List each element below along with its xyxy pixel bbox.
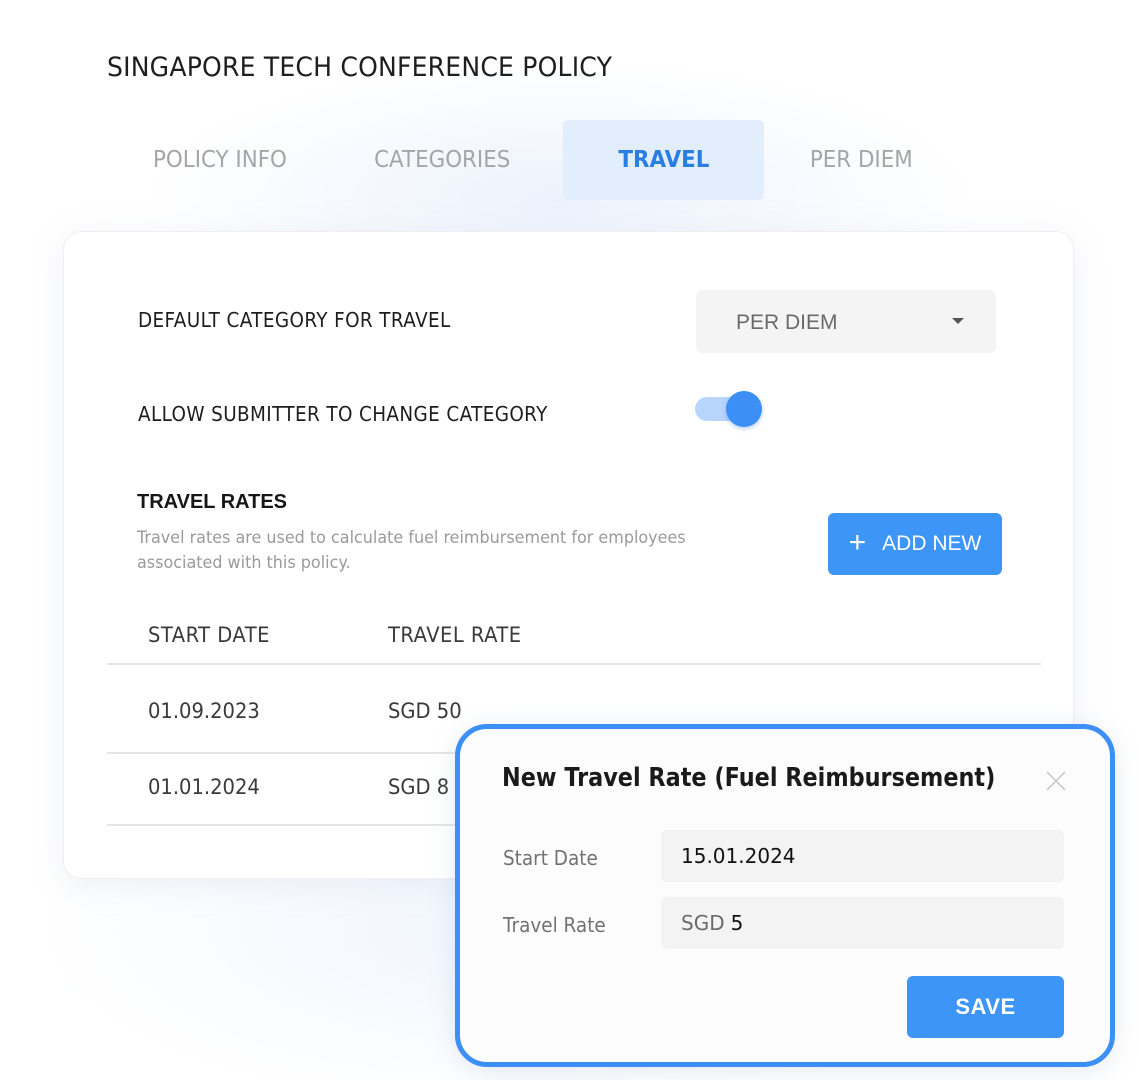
row-travel-rate: SGD 8 — [388, 775, 450, 799]
new-travel-rate-dialog: New Travel Rate (Fuel Reimbursement) Sta… — [455, 724, 1115, 1067]
travel-rate-label: Travel Rate — [503, 913, 606, 937]
add-new-button[interactable]: + ADD NEW — [828, 513, 1002, 575]
currency-prefix: SGD — [681, 911, 725, 935]
dialog-title: New Travel Rate (Fuel Reimbursement) — [502, 763, 996, 793]
column-header-start-date: START DATE — [148, 623, 270, 647]
save-button[interactable]: SAVE — [907, 976, 1064, 1038]
tab-policy-info[interactable]: POLICY INFO — [130, 120, 310, 200]
caret-down-icon — [952, 318, 964, 324]
header-divider — [107, 663, 1041, 665]
start-date-input[interactable]: 15.01.2024 — [661, 830, 1064, 882]
close-icon[interactable] — [1044, 769, 1068, 793]
row-travel-rate: SGD 50 — [388, 699, 462, 723]
default-category-select[interactable]: PER DIEM — [696, 290, 996, 353]
allow-change-category-label: ALLOW SUBMITTER TO CHANGE CATEGORY — [138, 402, 548, 426]
add-new-label: ADD NEW — [882, 532, 982, 555]
tab-travel[interactable]: TRAVEL — [563, 120, 764, 200]
tab-label: POLICY INFO — [153, 147, 287, 173]
allow-change-category-toggle[interactable] — [695, 391, 765, 429]
travel-rates-title: TRAVEL RATES — [137, 491, 288, 513]
row-start-date: 01.01.2024 — [148, 775, 260, 799]
tab-categories[interactable]: CATEGORIES — [350, 120, 535, 200]
travel-rate-input[interactable]: SGD 5 — [661, 897, 1064, 949]
row-start-date: 01.09.2023 — [148, 699, 260, 723]
tab-label: CATEGORIES — [374, 147, 511, 173]
tab-bar: POLICY INFO CATEGORIES TRAVEL PER DIEM — [110, 120, 1010, 200]
page-title: SINGAPORE TECH CONFERENCE POLICY — [107, 52, 613, 83]
tab-label: PER DIEM — [809, 147, 913, 173]
travel-rates-description: Travel rates are used to calculate fuel … — [137, 528, 686, 573]
toggle-knob — [726, 391, 762, 427]
column-header-travel-rate: TRAVEL RATE — [388, 623, 522, 647]
start-date-value: 15.01.2024 — [681, 844, 796, 868]
default-category-value: PER DIEM — [736, 311, 838, 334]
start-date-label: Start Date — [503, 846, 598, 870]
default-category-label: DEFAULT CATEGORY FOR TRAVEL — [138, 308, 451, 332]
tab-per-diem[interactable]: PER DIEM — [790, 120, 932, 200]
plus-icon: + — [848, 525, 867, 559]
tab-label: TRAVEL — [618, 147, 709, 173]
travel-rate-value: 5 — [730, 911, 744, 935]
